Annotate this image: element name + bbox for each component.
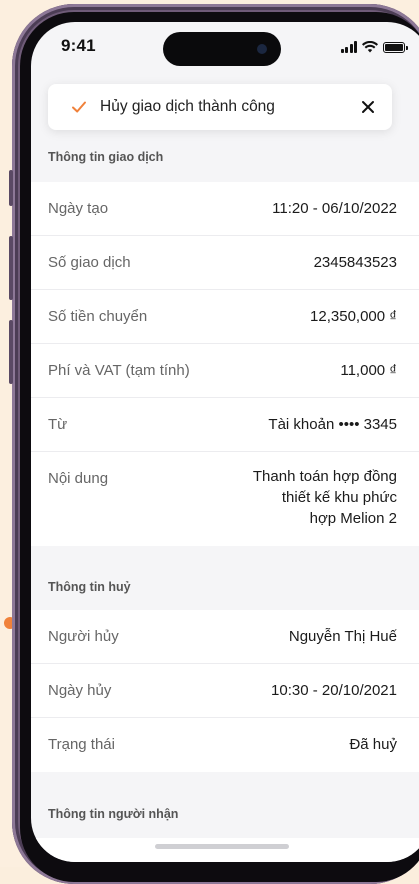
close-icon	[362, 101, 374, 113]
home-indicator	[155, 844, 289, 849]
row-label: Phí và VAT (tạm tính)	[48, 362, 190, 379]
row-label: Ngày hủy	[48, 682, 112, 699]
row-value: Nguyễn Thị Huế	[288, 628, 397, 645]
row-label: Người hủy	[48, 628, 119, 645]
cellular-signal-icon	[340, 41, 357, 53]
row-value: 11:20 - 06/10/2022	[272, 200, 397, 217]
info-row-fee: Phí và VAT (tạm tính) 11,000 ₫	[31, 344, 419, 398]
status-time: 9:41	[61, 36, 96, 55]
row-label: Số tiền chuyển	[48, 308, 148, 325]
info-row-transaction-number: Số giao dịch 2345843523	[31, 236, 419, 290]
status-icons	[340, 39, 408, 53]
phone-screen: 9:41 Hủy giao dịch thành công Thông tin …	[31, 22, 419, 862]
row-value: Tài khoản •••• 3345	[268, 416, 397, 433]
row-value-multiline: Thanh toán hợp đồng thiết kế khu phức hợ…	[253, 466, 397, 529]
row-label: Nội dung	[48, 470, 109, 487]
row-value: 11,000 ₫	[340, 362, 397, 379]
row-value: 12,350,000 ₫	[310, 308, 397, 325]
info-row-from-account: Từ Tài khoản •••• 3345	[31, 398, 419, 452]
success-toast: Hủy giao dịch thành công	[48, 84, 392, 130]
info-row-amount: Số tiền chuyển 12,350,000 ₫	[31, 290, 419, 344]
row-label: Số giao dịch	[48, 254, 131, 271]
row-label: Từ	[48, 416, 68, 433]
row-value: Đã huỷ	[349, 736, 397, 753]
info-row-content: Nội dung Thanh toán hợp đồng thiết kế kh…	[31, 452, 419, 546]
info-row-cancel-date: Ngày hủy 10:30 - 20/10/2021	[31, 664, 419, 718]
row-value-line: hợp Melion 2	[309, 510, 397, 527]
wifi-icon	[362, 41, 378, 53]
info-row-recipient-partial	[31, 838, 419, 862]
section-title-cancellation: Thông tin huỷ	[48, 580, 131, 594]
row-value: 2345843523	[313, 254, 397, 271]
row-value-line: Thanh toán hợp đồng	[252, 468, 397, 485]
info-row-status: Trạng thái Đã huỷ	[31, 718, 419, 772]
check-icon	[72, 101, 86, 113]
row-label: Trạng thái	[48, 736, 115, 753]
volume-up-button	[9, 236, 13, 300]
row-value-line: thiết kế khu phức	[281, 489, 397, 506]
action-button	[9, 170, 13, 206]
close-button[interactable]	[348, 87, 388, 127]
camera-icon	[257, 44, 267, 54]
info-row-created-date: Ngày tạo 11:20 - 06/10/2022	[31, 182, 419, 236]
row-label: Ngày tạo	[48, 200, 109, 217]
info-row-cancelled-by: Người hủy Nguyễn Thị Huế	[31, 610, 419, 664]
volume-down-button	[9, 320, 13, 384]
section-title-recipient: Thông tin người nhận	[48, 807, 179, 821]
row-value: 10:30 - 20/10/2021	[271, 682, 397, 699]
section-title-transaction: Thông tin giao dịch	[48, 150, 164, 164]
toast-message: Hủy giao dịch thành công	[100, 98, 275, 115]
battery-icon	[383, 42, 408, 53]
